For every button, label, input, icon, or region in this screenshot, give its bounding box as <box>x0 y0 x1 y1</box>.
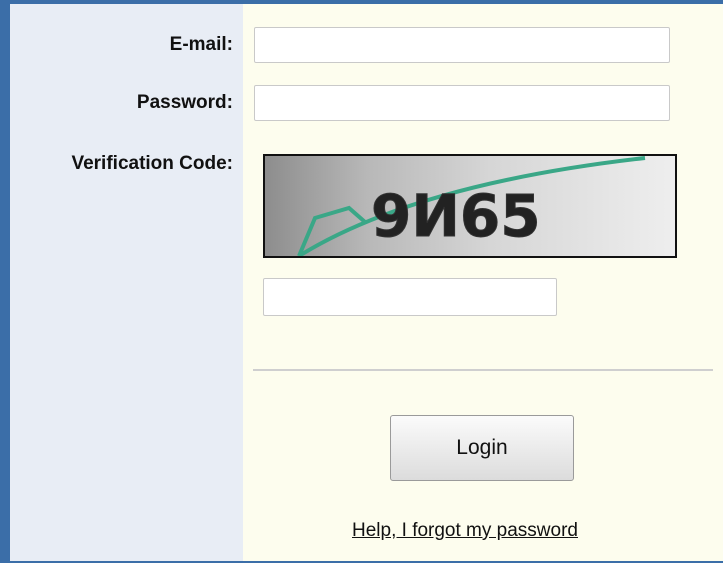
email-input[interactable] <box>254 27 670 63</box>
forgot-password-link[interactable]: Help, I forgot my password <box>352 520 578 542</box>
captcha-graphic: 9И65 <box>297 156 646 256</box>
field-column: 9И65 Login Help, I forgot my password <box>243 4 723 561</box>
verification-code-label: Verification Code: <box>71 153 233 174</box>
email-label: E-mail: <box>169 34 233 55</box>
password-label: Password: <box>136 92 233 113</box>
divider <box>253 369 713 371</box>
captcha-image: 9И65 <box>263 154 677 258</box>
password-input[interactable] <box>254 85 670 121</box>
verification-code-input[interactable] <box>263 278 557 316</box>
label-column: E-mail: Password: Verification Code: <box>10 4 243 561</box>
login-button[interactable]: Login <box>390 415 574 481</box>
captcha-text: 9И65 <box>371 182 541 250</box>
